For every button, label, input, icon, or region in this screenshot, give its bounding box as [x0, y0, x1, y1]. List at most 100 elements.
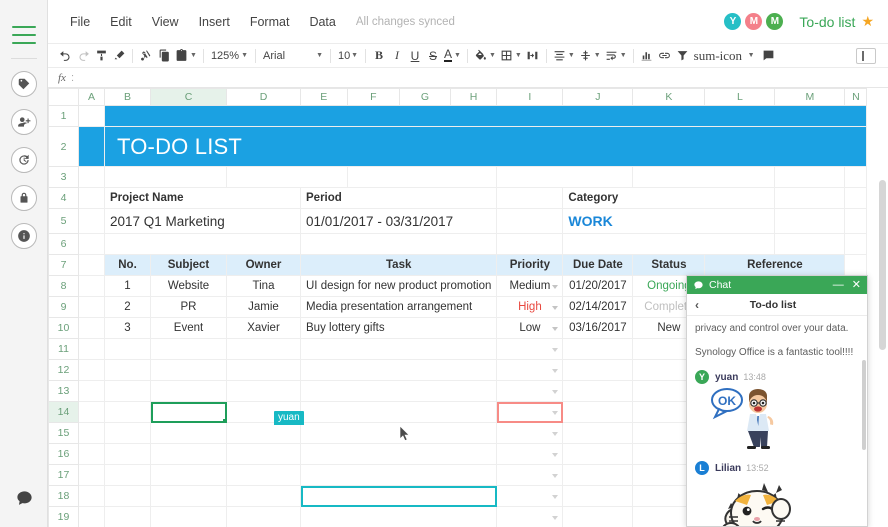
cell-M6[interactable]	[775, 234, 845, 255]
cell-J19[interactable]	[563, 507, 633, 527]
label-category[interactable]: Category	[563, 188, 775, 209]
cell-A10[interactable]	[79, 318, 105, 339]
cell-priority-2[interactable]: High	[497, 297, 563, 318]
cell-C13[interactable]	[151, 381, 227, 402]
cell-J17[interactable]	[563, 465, 633, 486]
cell-A17[interactable]	[79, 465, 105, 486]
row-header-11[interactable]: 11	[49, 339, 79, 360]
cell-B19[interactable]	[105, 507, 151, 527]
cell-N3[interactable]	[845, 167, 867, 188]
column-header-G[interactable]: G	[400, 89, 451, 106]
row-header-13[interactable]: 13	[49, 381, 79, 402]
cell-subject-3[interactable]: Event	[151, 318, 227, 339]
cell-C18[interactable]	[151, 486, 227, 507]
cell-E15[interactable]	[301, 423, 497, 444]
avatar[interactable]: Y	[724, 13, 741, 30]
row-header-12[interactable]: 12	[49, 360, 79, 381]
th-task[interactable]: Task	[301, 255, 497, 276]
row-header-2[interactable]: 2	[49, 127, 79, 167]
add-person-icon[interactable]	[11, 109, 37, 135]
row-header-7[interactable]: 7	[49, 255, 79, 276]
cell-J6[interactable]	[563, 234, 775, 255]
cell-M3[interactable]	[775, 167, 845, 188]
font-size-selector[interactable]: 10 ▼	[335, 47, 361, 65]
row-header-14[interactable]: 14	[49, 402, 79, 423]
cell-task-2[interactable]: Media presentation arrangement	[301, 297, 497, 318]
formula-input[interactable]	[80, 72, 888, 84]
cell-N5[interactable]	[845, 209, 867, 234]
cell-D13[interactable]	[227, 381, 301, 402]
row-header-1[interactable]: 1	[49, 106, 79, 127]
cell-J16[interactable]	[563, 444, 633, 465]
column-header-F[interactable]: F	[347, 89, 400, 106]
cell-owner-2[interactable]: Jamie	[227, 297, 301, 318]
cell-I18[interactable]	[497, 486, 563, 507]
cell-A5[interactable]	[79, 209, 105, 234]
column-header-I[interactable]: I	[497, 89, 563, 106]
row-header-10[interactable]: 10	[49, 318, 79, 339]
chevron-down-icon[interactable]: ▼	[351, 52, 358, 59]
column-header-D[interactable]: D	[227, 89, 301, 106]
row-header-3[interactable]: 3	[49, 167, 79, 188]
th-status[interactable]: Status	[633, 255, 705, 276]
cell-I17[interactable]	[497, 465, 563, 486]
clear-format-icon[interactable]	[110, 46, 128, 66]
cell-D19[interactable]	[227, 507, 301, 527]
redo-icon[interactable]	[74, 46, 92, 66]
cat-wave-sticker[interactable]	[709, 479, 859, 526]
cell-B17[interactable]	[105, 465, 151, 486]
row-header-5[interactable]: 5	[49, 209, 79, 234]
cell-I13[interactable]	[497, 381, 563, 402]
menu-icon[interactable]	[12, 26, 36, 44]
th-reference[interactable]: Reference	[705, 255, 845, 276]
filter-icon[interactable]	[674, 46, 692, 66]
align-icon[interactable]: ▼	[551, 46, 577, 66]
menu-view[interactable]: View	[142, 11, 189, 33]
cell-no-2[interactable]: 2	[105, 297, 151, 318]
row-header-16[interactable]: 16	[49, 444, 79, 465]
cell-B11[interactable]	[105, 339, 151, 360]
cell-task-1[interactable]: UI design for new product promotion	[301, 276, 497, 297]
cell-task-3[interactable]: Buy lottery gifts	[301, 318, 497, 339]
cell-M4[interactable]	[775, 188, 845, 209]
text-wrap-icon[interactable]: ▼	[603, 46, 629, 66]
cell-A14[interactable]	[79, 402, 105, 423]
th-subject[interactable]: Subject	[151, 255, 227, 276]
cell-I4[interactable]	[497, 188, 563, 209]
menu-edit[interactable]: Edit	[100, 11, 142, 33]
sum-icon[interactable]: sum-icon	[692, 46, 744, 66]
column-header-H[interactable]: H	[450, 89, 497, 106]
value-category[interactable]: WORK	[563, 209, 775, 234]
cell-no-1[interactable]: 1	[105, 276, 151, 297]
info-icon[interactable]	[11, 223, 37, 249]
column-header-E[interactable]: E	[301, 89, 348, 106]
cell-J11[interactable]	[563, 339, 633, 360]
cell-I15[interactable]	[497, 423, 563, 444]
row-header-9[interactable]: 9	[49, 297, 79, 318]
avatar[interactable]: Y	[695, 370, 709, 384]
chat-icon[interactable]	[11, 485, 37, 511]
cell-F3[interactable]	[347, 167, 497, 188]
column-header-J[interactable]: J	[563, 89, 633, 106]
cell-C12[interactable]	[151, 360, 227, 381]
star-icon[interactable]: ★	[861, 13, 874, 30]
avatar[interactable]: M	[745, 13, 762, 30]
cell-priority-3[interactable]: Low	[497, 318, 563, 339]
cell-D3[interactable]	[227, 167, 348, 188]
cell-A19[interactable]	[79, 507, 105, 527]
cell-no-3[interactable]: 3	[105, 318, 151, 339]
menu-file[interactable]: File	[60, 11, 100, 33]
chevron-down-icon[interactable]: ▼	[568, 52, 575, 59]
format-painter-icon[interactable]	[92, 46, 110, 66]
cell-duedate-2[interactable]: 02/14/2017	[563, 297, 633, 318]
chat-scrollbar[interactable]	[862, 360, 866, 450]
column-header-M[interactable]: M	[775, 89, 845, 106]
sheet-title[interactable]: TO-DO LIST	[105, 127, 867, 167]
cell-A16[interactable]	[79, 444, 105, 465]
paste-icon[interactable]: ▼	[173, 46, 199, 66]
cell-I11[interactable]	[497, 339, 563, 360]
cell-E17[interactable]	[301, 465, 497, 486]
cell-duedate-3[interactable]: 03/16/2017	[563, 318, 633, 339]
cell-D11[interactable]	[227, 339, 301, 360]
cell-A11[interactable]	[79, 339, 105, 360]
